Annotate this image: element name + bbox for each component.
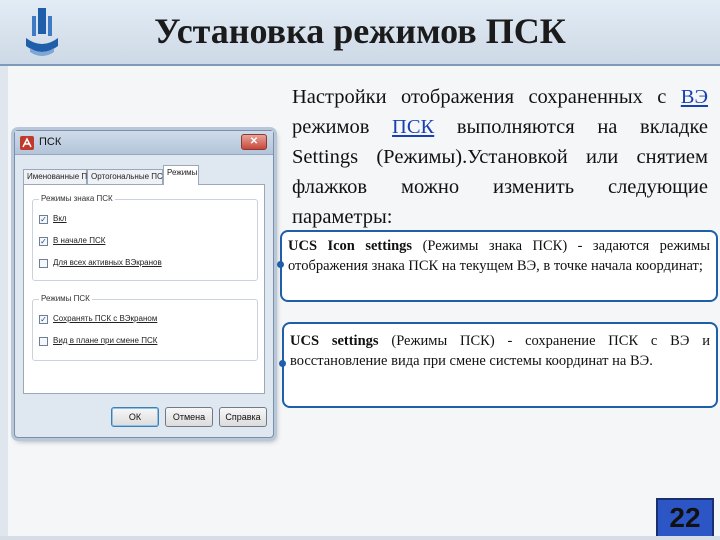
ucs-icon-settings-group: Режимы знака ПСК ✓ Вкл ✓ В начале ПСК Дл…: [32, 194, 258, 281]
callout-term: UCS settings: [290, 333, 379, 349]
bottom-divider: [0, 536, 720, 540]
settings-panel: Режимы знака ПСК ✓ Вкл ✓ В начале ПСК Дл…: [23, 184, 265, 394]
checkbox-mark[interactable]: ✓: [39, 315, 48, 324]
dialog-title: ПСК: [39, 136, 62, 148]
callout-term: UCS Icon settings: [288, 238, 413, 254]
left-decor-strip: [0, 66, 8, 540]
checkbox-label: Вкл: [53, 214, 67, 223]
checkbox-label: Вид в плане при смене ПСК: [53, 336, 158, 345]
tab-settings[interactable]: Режимы: [163, 165, 199, 185]
checkbox-mark[interactable]: ✓: [39, 237, 48, 246]
checkbox-label: Сохранять ПСК с ВЭкраном: [53, 314, 158, 323]
checkbox-mark[interactable]: ✓: [39, 215, 48, 224]
close-button[interactable]: ✕: [241, 134, 267, 150]
help-button[interactable]: Справка: [219, 407, 267, 427]
connector-dot: [277, 261, 284, 268]
callout-text: UCS Icon settings (Режимы знака ПСК) - з…: [288, 236, 710, 276]
ucs-link[interactable]: ПСК: [392, 116, 434, 138]
callout-ucs-settings: UCS settings (Режимы ПСК) - сохранение П…: [282, 322, 718, 408]
group-title: Режимы ПСК: [39, 294, 92, 303]
dialog-titlebar[interactable]: ПСК ✕: [15, 131, 273, 155]
tab-named-ucs[interactable]: Именованные ПСК: [23, 169, 98, 185]
checkbox-label: В начале ПСК: [53, 236, 106, 245]
slide-header: Установка режимов ПСК: [0, 0, 720, 66]
body-text-part: режимов: [292, 116, 370, 138]
ucs-dialog: ПСК ✕ Именованные ПСК Ортогональные ПСК …: [14, 130, 274, 438]
page-number: 22: [656, 498, 714, 538]
body-text-part: Настройки отображения сохраненных с: [292, 86, 667, 108]
connector-dot: [279, 360, 286, 367]
slide: Установка режимов ПСК ПСК ✕ Именованные …: [0, 0, 720, 540]
checkbox-mark[interactable]: [39, 337, 48, 346]
checkbox-mark[interactable]: [39, 259, 48, 268]
body-paragraph: Настройки отображения сохраненных с ВЭ р…: [292, 82, 708, 232]
cancel-button[interactable]: Отмена: [165, 407, 213, 427]
callout-text: UCS settings (Режимы ПСК) - сохранение П…: [290, 331, 710, 371]
group-title: Режимы знака ПСК: [39, 194, 115, 203]
autocad-app-icon: [20, 136, 34, 150]
ucs-settings-group: Режимы ПСК ✓ Сохранять ПСК с ВЭкраном Ви…: [32, 294, 258, 361]
slide-title: Установка режимов ПСК: [154, 11, 566, 51]
ok-button[interactable]: ОК: [111, 407, 159, 427]
checkbox-label: Для всех активных ВЭкранов: [53, 258, 162, 267]
callout-ucs-icon-settings: UCS Icon settings (Режимы знака ПСК) - з…: [280, 230, 718, 302]
tab-orthographic-ucs[interactable]: Ортогональные ПСК: [87, 169, 167, 185]
viewport-link[interactable]: ВЭ: [681, 86, 708, 108]
